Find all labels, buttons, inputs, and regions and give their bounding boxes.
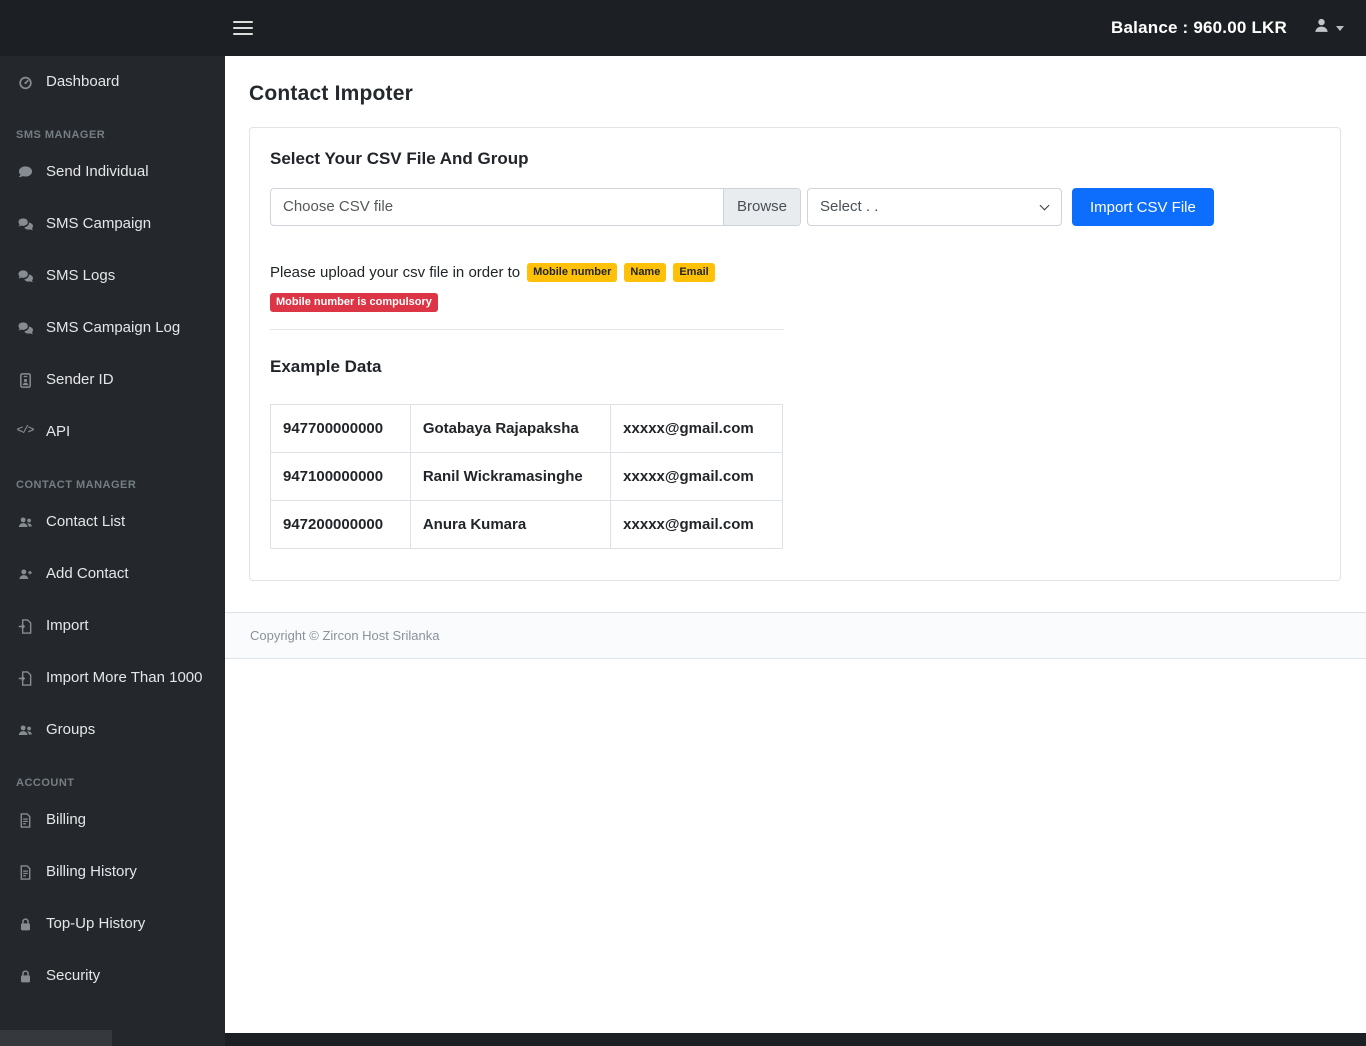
compulsory-warning-badge: Mobile number is compulsory	[270, 293, 438, 312]
sidebar-item-contact-list[interactable]: Contact List	[0, 496, 225, 548]
sidebar-item-label: SMS Campaign	[46, 215, 152, 232]
sidebar-item-security[interactable]: Security	[0, 950, 225, 1002]
group-select-value: Select . .	[820, 198, 879, 215]
browse-button[interactable]: Browse	[723, 189, 800, 225]
sidebar-item-label: Import	[46, 617, 89, 634]
sidebar-item-groups[interactable]: Groups	[0, 704, 225, 756]
user-icon	[1313, 17, 1330, 39]
cell-phone: 947700000000	[270, 404, 411, 453]
sidebar-item-sms-campaign[interactable]: SMS Campaign	[0, 198, 225, 250]
group-select[interactable]: Select . .	[807, 188, 1062, 226]
import-csv-button[interactable]: Import CSV File	[1072, 188, 1214, 226]
sidebar-item-label: Add Contact	[46, 565, 129, 582]
main-content: Contact Impoter Select Your CSV File And…	[225, 56, 1366, 1046]
user-plus-icon	[16, 567, 34, 582]
sidebar-item-sender-id[interactable]: Sender ID	[0, 354, 225, 406]
upload-note-text: Please upload your csv file in order to	[270, 264, 521, 281]
sidebar-item-label: Security	[46, 967, 101, 984]
file-import-icon	[16, 670, 34, 686]
bottom-bar	[225, 1033, 1366, 1046]
sidebar-item-label: Import More Than 1000	[46, 669, 203, 686]
sidebar-item-add-contact[interactable]: Add Contact	[0, 548, 225, 600]
users-icon	[16, 515, 34, 530]
comment-icon	[16, 165, 34, 180]
badge-name: Name	[624, 263, 667, 282]
sidebar-item-top-up-history[interactable]: Top-Up History	[0, 898, 225, 950]
table-row: 947200000000 Anura Kumara xxxxx@gmail.co…	[270, 500, 783, 549]
comments-icon	[16, 269, 34, 284]
page-footer: Copyright © Zircon Host Srilanka	[225, 612, 1366, 659]
sidebar-section-sms-manager: SMS MANAGER	[16, 129, 106, 141]
badge-email: Email	[673, 263, 715, 282]
sidebar-item-label: API	[46, 423, 71, 440]
page: Balance : 960.00 LKR Dashboard SMS MANAG…	[0, 0, 1366, 1046]
comments-icon	[16, 217, 34, 232]
upload-note: Please upload your csv file in order to …	[270, 263, 1320, 282]
hamburger-icon[interactable]	[233, 17, 253, 39]
cell-email: xxxxx@gmail.com	[610, 500, 783, 549]
cell-email: xxxxx@gmail.com	[610, 404, 783, 453]
caret-down-icon	[1336, 25, 1344, 31]
sidebar-item-label: SMS Logs	[46, 267, 116, 284]
badge-mobile-number: Mobile number	[527, 263, 618, 282]
card-heading: Select Your CSV File And Group	[270, 149, 529, 168]
cell-name: Anura Kumara	[409, 500, 612, 549]
topbar: Balance : 960.00 LKR	[0, 0, 1366, 56]
id-badge-icon	[16, 372, 34, 388]
sidebar-item-label: Contact List	[46, 513, 126, 530]
invoice-icon	[16, 864, 34, 880]
cell-phone: 947100000000	[270, 452, 411, 501]
sidebar-item-import[interactable]: Import	[0, 600, 225, 652]
csv-file-input[interactable]: Choose CSV file Browse	[270, 188, 801, 226]
code-icon: </>	[16, 425, 35, 438]
lock-icon	[16, 917, 34, 932]
cell-phone: 947200000000	[270, 500, 411, 549]
comments-icon	[16, 321, 34, 336]
sidebar-item-label: SMS Campaign Log	[46, 319, 181, 336]
sidebar-item-label: Sender ID	[46, 371, 114, 388]
sidebar-item-label: Groups	[46, 721, 96, 738]
sidebar-item-api[interactable]: </> API	[0, 406, 225, 458]
sidebar: Dashboard SMS MANAGER Send Individual SM…	[0, 56, 225, 1046]
sidebar-item-label: Billing History	[46, 863, 137, 880]
sidebar-item-label: Billing	[46, 811, 87, 828]
sidebar-item-import-more-than-1000[interactable]: Import More Than 1000	[0, 652, 225, 704]
cell-email: xxxxx@gmail.com	[610, 452, 783, 501]
balance-text: Balance : 960.00 LKR	[1111, 18, 1287, 37]
table-row: 947700000000 Gotabaya Rajapaksha xxxxx@g…	[270, 404, 783, 453]
sidebar-item-billing-history[interactable]: Billing History	[0, 846, 225, 898]
sidebar-section-contact-manager: CONTACT MANAGER	[16, 479, 137, 491]
copyright-text: Copyright © Zircon Host Srilanka	[250, 628, 440, 643]
sidebar-item-label: Top-Up History	[46, 915, 146, 932]
example-data-table: 947700000000 Gotabaya Rajapaksha xxxxx@g…	[270, 404, 783, 549]
cell-name: Ranil Wickramasinghe	[409, 452, 612, 501]
sidebar-item-label: Send Individual	[46, 163, 149, 180]
import-card: Select Your CSV File And Group Choose CS…	[249, 127, 1341, 581]
sidebar-item-dashboard[interactable]: Dashboard	[0, 56, 225, 108]
chevron-down-icon	[1039, 200, 1050, 211]
import-controls-row: Choose CSV file Browse Select . . Import…	[270, 188, 1320, 226]
sidebar-item-label: Dashboard	[46, 73, 120, 90]
sidebar-collapse-toggle[interactable]	[0, 1030, 112, 1046]
sidebar-item-sms-campaign-log[interactable]: SMS Campaign Log	[0, 302, 225, 354]
dashboard-icon	[16, 75, 34, 90]
sidebar-item-sms-logs[interactable]: SMS Logs	[0, 250, 225, 302]
user-menu[interactable]	[1313, 17, 1344, 39]
users-icon	[16, 723, 34, 738]
cell-name: Gotabaya Rajapaksha	[409, 404, 612, 453]
sidebar-item-billing[interactable]: Billing	[0, 794, 225, 846]
sidebar-section-account: ACCOUNT	[16, 777, 75, 789]
divider	[270, 329, 784, 330]
lock-icon	[16, 969, 34, 984]
invoice-icon	[16, 812, 34, 828]
file-import-icon	[16, 618, 34, 634]
page-title: Contact Impoter	[249, 82, 414, 105]
csv-file-input-value[interactable]: Choose CSV file	[271, 189, 723, 225]
example-data-heading: Example Data	[270, 357, 382, 376]
sidebar-item-send-individual[interactable]: Send Individual	[0, 146, 225, 198]
table-row: 947100000000 Ranil Wickramasinghe xxxxx@…	[270, 452, 783, 501]
